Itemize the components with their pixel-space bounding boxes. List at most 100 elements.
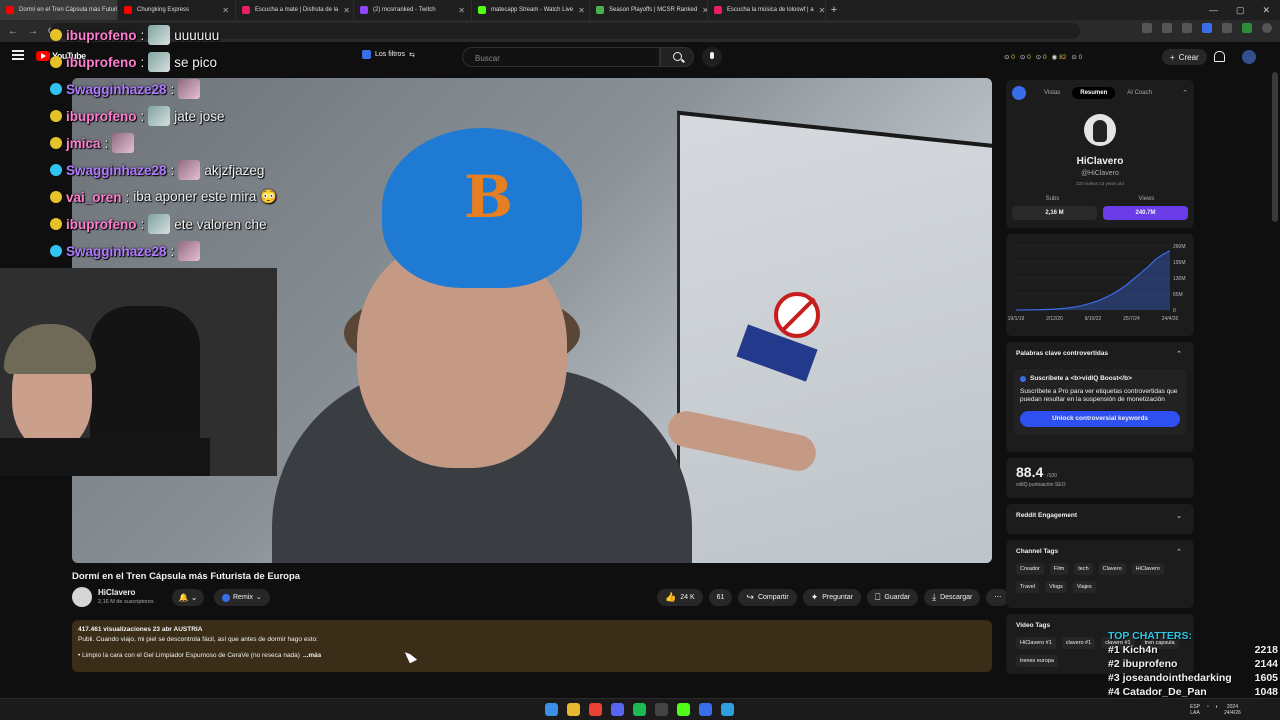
subscribe-bell-button[interactable]: 🔔 ⌄ (172, 589, 204, 606)
volume-icon[interactable]: ◖ (1215, 704, 1218, 716)
remix-button[interactable]: Remix ⌄ (214, 589, 270, 606)
browser-tab[interactable]: (2) mcsrranked - Twitch ✕ (354, 0, 472, 20)
tag-chip[interactable]: HiClavero (1131, 563, 1164, 575)
ask-button[interactable]: ✦ Preguntar (802, 589, 861, 606)
tag-chip[interactable]: tech (1074, 563, 1093, 575)
chat-emote (148, 214, 171, 234)
chat-colon: : (140, 216, 145, 232)
collapse-chevron-icon[interactable]: ⌃ (1176, 350, 1182, 358)
channel-tags-header[interactable]: Channel Tags ⌃ (1006, 540, 1194, 563)
save-button[interactable]: ⎕ Guardar (867, 589, 919, 606)
tag-chip[interactable]: Clavero (1098, 563, 1126, 575)
views-toggle[interactable]: 240.7M (1103, 206, 1188, 220)
tag-chip[interactable]: Creador (1016, 563, 1044, 575)
search-icon[interactable] (660, 47, 694, 67)
chat-emote (178, 79, 201, 99)
windows-taskbar-icon[interactable] (545, 703, 558, 716)
tag-chip[interactable]: Viajes (1072, 581, 1096, 593)
clock[interactable]: 2024 24/4/26 (1224, 704, 1241, 716)
extension-icon[interactable] (1182, 23, 1192, 33)
chrome-taskbar-icon[interactable] (589, 703, 602, 716)
chat-emote (148, 25, 171, 45)
seo-score-label: vidIQ puntuación SEO (1016, 482, 1066, 488)
collapse-chevron-icon[interactable]: ⌃ (1176, 548, 1182, 556)
extension-icon[interactable] (1162, 23, 1172, 33)
tag-chip[interactable]: Vlogs (1045, 581, 1067, 593)
remix-label: Remix (233, 594, 253, 601)
like-button[interactable]: 👍 24 K (657, 589, 703, 606)
close-tab-icon[interactable]: ✕ (458, 6, 465, 15)
unlock-keywords-button[interactable]: Unlock controversial keywords (1020, 410, 1180, 427)
obs-taskbar-icon[interactable] (655, 703, 668, 716)
page-scrollbar[interactable] (1272, 72, 1278, 222)
wifi-icon[interactable]: ◔ (1206, 704, 1209, 716)
views-label: Views (1138, 196, 1155, 202)
new-tab-button[interactable]: + (826, 4, 842, 16)
kick-taskbar-icon[interactable] (677, 703, 690, 716)
tag-chip[interactable]: trenes europa (1016, 655, 1058, 667)
create-button[interactable]: + Crear (1162, 49, 1207, 65)
chat-message: ibuprofeno: ete valoren che (50, 213, 267, 235)
channel-row: HiClavero 2,16 M de suscriptores 🔔 ⌄ Rem… (72, 587, 1010, 609)
chat-text: iba aponer este mira 😳 (133, 189, 277, 204)
tab-resumen[interactable]: Resumen (1072, 87, 1116, 99)
filters-button[interactable]: Los filtros ⇆ (362, 50, 415, 59)
chat-message: jmica: (50, 132, 135, 154)
y-tick-label: 260M (1173, 244, 1186, 250)
channel-name[interactable]: HiClavero (98, 588, 135, 597)
controversial-keywords-header[interactable]: Palabras clave controvertidas ⌃ (1006, 342, 1194, 365)
chat-badge-icon (50, 56, 62, 68)
extension-icon[interactable] (1222, 23, 1232, 33)
youtube-logo-icon[interactable] (36, 51, 50, 61)
close-tab-icon[interactable]: ✕ (819, 6, 825, 15)
chat-username: Swagginhaze28 (66, 162, 167, 178)
browser-tab[interactable]: Escucha la música de loloswf | a ✕ (708, 0, 826, 20)
webcam-overlay (0, 268, 277, 476)
show-more-link[interactable]: ...más (303, 652, 321, 659)
account-avatar[interactable] (1242, 50, 1256, 64)
discord-taskbar-icon[interactable] (611, 703, 624, 716)
back-icon[interactable]: ← (8, 26, 18, 37)
browser-tab[interactable]: Season Playoffs | MCSR Ranked✕ (590, 0, 708, 20)
profile-icon[interactable] (1262, 23, 1272, 33)
expand-chevron-icon[interactable]: ⌄ (1176, 512, 1182, 520)
tab-vistas[interactable]: Vistas (1036, 87, 1068, 99)
tag-chip[interactable]: Travel (1016, 581, 1040, 593)
subs-toggle[interactable]: 2,16 M (1012, 206, 1097, 220)
channel-avatar[interactable] (72, 587, 92, 607)
tag-chip[interactable]: HiClavero #1 (1016, 637, 1056, 649)
y-tick-label: 195M (1173, 260, 1186, 266)
browser-tab[interactable]: matecapp Stream - Watch Live ✕ (472, 0, 590, 20)
spotify-taskbar-icon[interactable] (633, 703, 646, 716)
collapse-chevron-icon[interactable]: ⌃ (1182, 89, 1188, 97)
hamburger-menu-icon[interactable] (12, 50, 24, 60)
video-description[interactable]: 417.461 visualizaciones 23 abr AUSTRIA P… (72, 620, 992, 672)
language-indicator[interactable]: ESP LAA (1190, 704, 1200, 716)
maximize-button[interactable]: ▢ (1236, 5, 1245, 16)
share-button[interactable]: ↪ Compartir (738, 589, 797, 606)
extension-icon[interactable] (1142, 23, 1152, 33)
tag-chip[interactable]: clavero #1 (1061, 637, 1096, 649)
chat-emote (112, 133, 135, 153)
microphone-icon[interactable] (702, 47, 722, 67)
extension-icon[interactable] (1202, 23, 1212, 33)
close-window-button[interactable]: ✕ (1262, 5, 1270, 16)
notifications-bell-icon[interactable] (1214, 51, 1225, 62)
download-button[interactable]: ⤓ Descargar (924, 589, 981, 606)
close-tab-icon[interactable]: ✕ (578, 6, 585, 15)
explorer-taskbar-icon[interactable] (567, 703, 580, 716)
reddit-engagement-header[interactable]: Reddit Engagement ⌄ (1006, 504, 1194, 527)
forward-icon[interactable]: → (28, 26, 38, 37)
search-input[interactable]: Buscar (462, 47, 660, 67)
vidiq-logo-icon (1012, 86, 1026, 100)
extension-icon[interactable] (1242, 23, 1252, 33)
tag-chip[interactable]: Film (1049, 563, 1069, 575)
ccleaner-taskbar-icon[interactable] (721, 703, 734, 716)
comments-button[interactable]: 61 (708, 589, 733, 606)
vidiq-taskbar-icon[interactable] (699, 703, 712, 716)
y-tick-label: 130M (1173, 276, 1186, 282)
chat-message: vai_oren: iba aponer este mira 😳 (50, 186, 277, 208)
tab-ai-coach[interactable]: AI Coach (1119, 87, 1160, 99)
download-label: Descargar (940, 594, 973, 601)
minimize-button[interactable]: — (1209, 5, 1218, 16)
